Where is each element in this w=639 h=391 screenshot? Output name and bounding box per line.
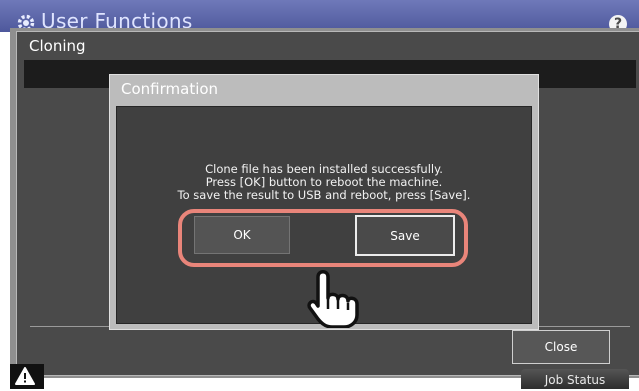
save-button[interactable]: Save: [355, 215, 455, 256]
close-button[interactable]: Close: [512, 330, 610, 364]
dialog-title: Confirmation: [121, 80, 219, 98]
job-status-button[interactable]: Job Status: [521, 369, 629, 389]
hand-pointer-icon: [307, 270, 359, 328]
warning-icon: [15, 367, 35, 385]
ok-button[interactable]: OK: [194, 216, 290, 254]
cloning-title: Cloning: [29, 37, 86, 55]
dialog-message-line-3: To save the result to USB and reboot, pr…: [177, 188, 471, 202]
